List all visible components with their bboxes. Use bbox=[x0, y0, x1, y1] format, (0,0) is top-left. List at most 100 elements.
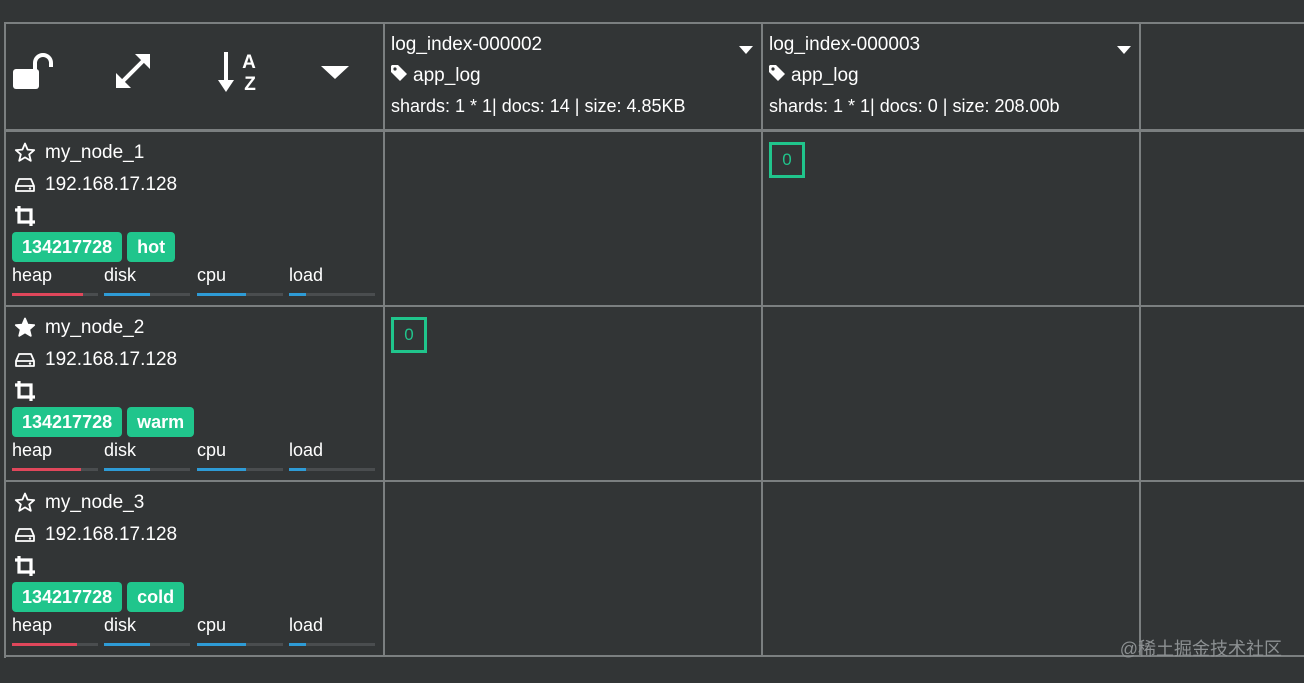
alias-label: app_log bbox=[791, 65, 859, 86]
row-divider bbox=[6, 655, 1304, 657]
metric-bar-fill bbox=[12, 643, 77, 646]
sort-alpha-icon[interactable]: A Z bbox=[217, 48, 265, 101]
node-role-row bbox=[14, 380, 45, 402]
shard-box[interactable]: 0 bbox=[391, 317, 427, 353]
node-attr-badge: hot bbox=[127, 232, 176, 262]
metric-bar-track bbox=[104, 643, 190, 646]
metric-label: load bbox=[289, 265, 324, 285]
metric-bar-fill bbox=[104, 468, 150, 471]
watermark: @稀土掘金技术社区 bbox=[1119, 639, 1282, 659]
index-stats: shards: 1 * 1| docs: 0 | size: 208.00b bbox=[769, 96, 1060, 116]
metric-disk: disk bbox=[104, 615, 190, 649]
metric-bar-fill bbox=[197, 643, 247, 646]
metric-label: cpu bbox=[197, 265, 227, 285]
metric-bar-track bbox=[12, 643, 98, 646]
metric-bar-track bbox=[104, 468, 190, 471]
node-ip-row: 192.168.17.128 bbox=[14, 524, 177, 546]
box-type-badge: 134217728 bbox=[12, 407, 123, 437]
node-name[interactable]: my_node_1 bbox=[45, 142, 144, 164]
metric-bar-fill bbox=[104, 293, 150, 296]
metric-bar-fill bbox=[12, 468, 81, 471]
metric-bar-track bbox=[197, 468, 283, 471]
metric-bar-fill bbox=[289, 468, 307, 471]
metric-bar-track bbox=[289, 643, 375, 646]
node-ip: 192.168.17.128 bbox=[45, 174, 178, 195]
metric-cpu: cpu bbox=[197, 265, 283, 299]
metric-heap: heap bbox=[12, 440, 98, 474]
metric-bar-track bbox=[12, 293, 98, 296]
metric-bar-fill bbox=[197, 293, 247, 296]
metric-label: load bbox=[289, 615, 324, 635]
crop-icon bbox=[14, 555, 36, 577]
metric-load: load bbox=[289, 440, 375, 474]
svg-text:Z: Z bbox=[244, 74, 256, 95]
svg-text:A: A bbox=[242, 52, 256, 73]
cluster-overview-grid: A Z log_index-000002 app_log shards: 1 *… bbox=[4, 22, 1304, 658]
node-role-row bbox=[14, 205, 45, 227]
node-attr-badge: warm bbox=[127, 407, 195, 437]
node-row-3: my_node_3 192.168.17.128 134217728 cold heap… bbox=[6, 482, 383, 655]
index-alias[interactable]: app_log bbox=[391, 65, 481, 87]
index-stats: shards: 1 * 1| docs: 14 | size: 4.85KB bbox=[391, 96, 686, 116]
node-name-row[interactable]: my_node_3 bbox=[14, 492, 144, 514]
star-outline-icon bbox=[14, 142, 36, 164]
node-name-row[interactable]: my_node_2 bbox=[14, 317, 144, 339]
metric-bar-fill bbox=[289, 293, 307, 296]
crop-icon bbox=[14, 205, 36, 227]
tag-icon bbox=[391, 65, 407, 87]
node-name[interactable]: my_node_2 bbox=[45, 317, 144, 339]
index-alias[interactable]: app_log bbox=[769, 65, 859, 87]
box-type-badge: 134217728 bbox=[12, 232, 123, 262]
node-name-row[interactable]: my_node_1 bbox=[14, 142, 144, 164]
metric-bar-track bbox=[104, 293, 190, 296]
metric-load: load bbox=[289, 265, 375, 299]
metric-label: disk bbox=[104, 265, 137, 285]
node-ip: 192.168.17.128 bbox=[45, 524, 178, 545]
crop-icon bbox=[14, 380, 36, 402]
expand-icon[interactable] bbox=[113, 51, 153, 96]
metric-label: cpu bbox=[197, 440, 227, 460]
metric-bar-track bbox=[289, 468, 375, 471]
node-attr-badge: cold bbox=[127, 582, 185, 612]
tag-icon bbox=[769, 65, 785, 87]
node-badges: 134217728 hot bbox=[12, 232, 176, 262]
col-divider bbox=[1139, 24, 1141, 657]
metric-label: heap bbox=[12, 265, 53, 285]
metric-label: heap bbox=[12, 615, 53, 635]
node-ip: 192.168.17.128 bbox=[45, 349, 178, 370]
index-header[interactable]: log_index-000003 app_log shards: 1 * 1| … bbox=[763, 24, 1139, 129]
hard-drive-icon bbox=[14, 349, 36, 371]
metric-bar-track bbox=[197, 293, 283, 296]
metric-bar-fill bbox=[289, 643, 307, 646]
index-name[interactable]: log_index-000002 bbox=[391, 34, 542, 56]
hard-drive-icon bbox=[14, 174, 36, 196]
star-filled-icon bbox=[14, 317, 36, 339]
node-row-1: my_node_1 192.168.17.128 134217728 hot heap d… bbox=[6, 132, 383, 305]
metric-bar-fill bbox=[104, 643, 150, 646]
caret-down-icon[interactable] bbox=[1117, 38, 1131, 60]
metric-disk: disk bbox=[104, 265, 190, 299]
node-name[interactable]: my_node_3 bbox=[45, 492, 144, 514]
caret-down-icon[interactable] bbox=[321, 66, 349, 85]
metric-bar-fill bbox=[12, 293, 83, 296]
metric-cpu: cpu bbox=[197, 440, 283, 474]
alias-label: app_log bbox=[413, 65, 481, 86]
box-type-badge: 134217728 bbox=[12, 582, 123, 612]
metric-label: disk bbox=[104, 615, 137, 635]
unlock-icon[interactable] bbox=[11, 52, 53, 97]
node-metrics: heap disk cpu load bbox=[12, 265, 378, 299]
metric-heap: heap bbox=[12, 615, 98, 649]
metric-bar-track bbox=[289, 293, 375, 296]
metric-disk: disk bbox=[104, 440, 190, 474]
metric-label: heap bbox=[12, 440, 53, 460]
metric-bar-track bbox=[12, 468, 98, 471]
metric-cpu: cpu bbox=[197, 615, 283, 649]
node-row-2: my_node_2 192.168.17.128 134217728 warm heap… bbox=[6, 307, 383, 480]
metric-label: load bbox=[289, 440, 324, 460]
hard-drive-icon bbox=[14, 524, 36, 546]
shard-box[interactable]: 0 bbox=[769, 142, 805, 178]
node-badges: 134217728 cold bbox=[12, 582, 185, 612]
caret-down-icon[interactable] bbox=[739, 38, 753, 60]
index-name[interactable]: log_index-000003 bbox=[769, 34, 920, 56]
index-header[interactable]: log_index-000002 app_log shards: 1 * 1| … bbox=[385, 24, 761, 129]
